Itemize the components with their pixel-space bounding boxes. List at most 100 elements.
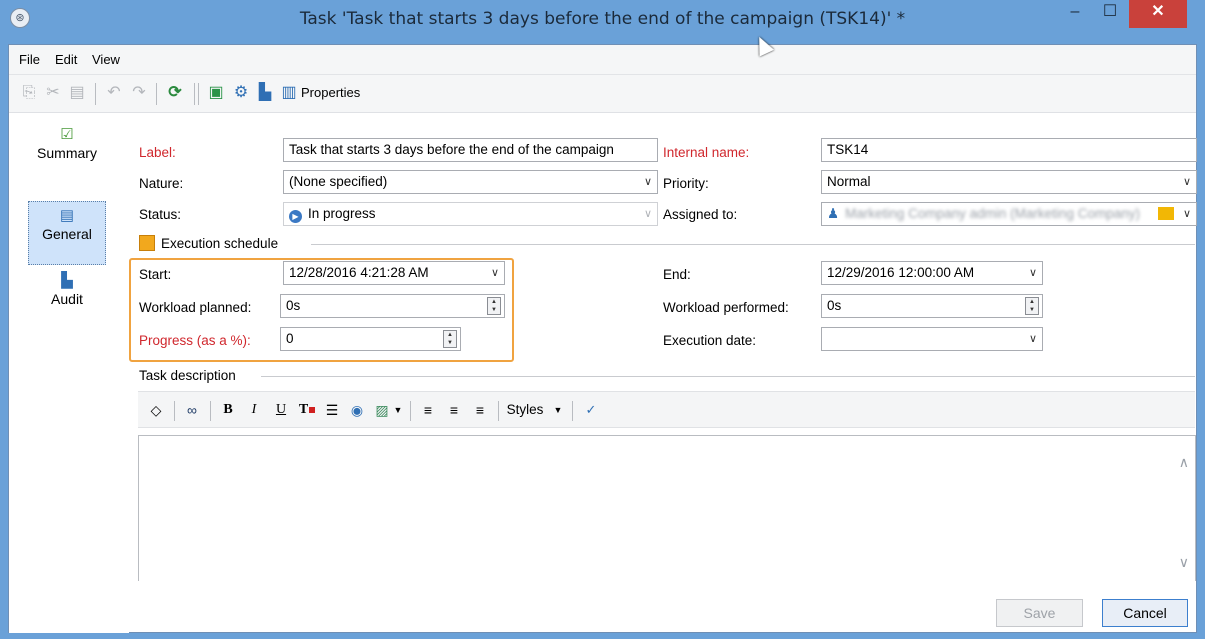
- status-value: In progress: [308, 206, 376, 221]
- paste-icon[interactable]: ▤: [67, 83, 87, 103]
- sidebar-item-audit[interactable]: ▙ Audit: [28, 267, 106, 331]
- copy-icon[interactable]: ⎘: [19, 83, 39, 103]
- end-label: End:: [663, 267, 691, 282]
- chevron-down-icon[interactable]: ∨: [1178, 171, 1196, 193]
- in-progress-icon: ▶: [289, 210, 302, 223]
- progress-label: Progress (as a %):: [139, 333, 251, 348]
- editor-toolbar-separator: [174, 401, 175, 421]
- toolbar-separator: [156, 83, 157, 105]
- align-center-icon[interactable]: ≡: [444, 400, 464, 420]
- editor-toolbar-separator: [572, 401, 573, 421]
- chevron-down-icon[interactable]: ▼: [392, 400, 404, 420]
- styles-dropdown[interactable]: Styles: [502, 400, 548, 420]
- cancel-button[interactable]: Cancel: [1102, 599, 1188, 627]
- nature-select[interactable]: (None specified) ∨: [283, 170, 658, 194]
- workload-planned-label: Workload planned:: [139, 300, 252, 315]
- bulleted-list-icon[interactable]: ☰: [322, 400, 342, 420]
- toolbar-separator: [198, 83, 199, 105]
- start-date-input[interactable]: 12/28/2016 4:21:28 AM ∨: [283, 261, 505, 285]
- chevron-down-icon[interactable]: ∨: [1178, 203, 1196, 225]
- minimize-button[interactable]: –: [1060, 0, 1090, 28]
- check-icon: ☑: [60, 126, 74, 143]
- menu-file[interactable]: File: [19, 52, 40, 67]
- editor-toolbar-separator: [210, 401, 211, 421]
- workload-planned-input[interactable]: 0s ▲ ▼: [280, 294, 505, 318]
- align-left-icon[interactable]: ≡: [418, 400, 438, 420]
- folder-icon[interactable]: [1158, 207, 1174, 220]
- priority-label: Priority:: [663, 176, 709, 191]
- menu-edit[interactable]: Edit: [55, 52, 77, 67]
- execution-schedule-heading: Execution schedule: [161, 236, 283, 251]
- editor-toolbar-separator: [498, 401, 499, 421]
- status-label: Status:: [139, 207, 182, 222]
- scroll-up-icon[interactable]: ∧: [1179, 454, 1189, 471]
- label-input[interactable]: Task that starts 3 days before the end o…: [283, 138, 658, 162]
- insert-image-icon[interactable]: ▨: [372, 400, 392, 420]
- workload-performed-label: Workload performed:: [663, 300, 789, 315]
- sidebar-item-general[interactable]: ▤ General: [28, 201, 106, 265]
- menu-view[interactable]: View: [92, 52, 120, 67]
- end-value: 12/29/2016 12:00:00 AM: [827, 265, 975, 280]
- nature-value: (None specified): [289, 174, 388, 189]
- workload-performed-input[interactable]: 0s ▲ ▼: [821, 294, 1043, 318]
- sidebar-item-summary[interactable]: ☑ Summary: [28, 121, 106, 185]
- undo-icon[interactable]: ↶: [104, 83, 124, 103]
- assigned-to-select[interactable]: ♟ Marketing Company admin (Marketing Comp…: [821, 202, 1197, 226]
- refresh-icon[interactable]: ⟳: [165, 83, 185, 103]
- nature-label: Nature:: [139, 176, 184, 191]
- priority-select[interactable]: Normal ∨: [821, 170, 1197, 194]
- window-title: Task 'Task that starts 3 days before the…: [299, 9, 906, 29]
- close-button[interactable]: ✕: [1129, 0, 1187, 28]
- chevron-down-icon: ∨: [639, 203, 657, 225]
- calculator-icon[interactable]: ▣: [206, 83, 226, 103]
- group-divider: [261, 376, 1195, 377]
- spinner-icon[interactable]: ▲ ▼: [443, 330, 457, 348]
- task-description-editor[interactable]: ∧ ∨: [138, 435, 1196, 581]
- maximize-button[interactable]: ☐: [1095, 0, 1125, 28]
- toolbar: ⎘ ✂ ▤ ↶ ↷ ⟳ ▣ ⚙ ▙ ▥ Properties: [9, 75, 1196, 113]
- save-button[interactable]: Save: [996, 599, 1083, 627]
- redo-icon[interactable]: ↷: [129, 83, 149, 103]
- italic-icon[interactable]: I: [244, 400, 264, 420]
- end-date-input[interactable]: 12/29/2016 12:00:00 AM ∨: [821, 261, 1043, 285]
- scroll-down-icon[interactable]: ∨: [1179, 554, 1189, 571]
- calendar-icon: [139, 235, 155, 251]
- underline-icon[interactable]: U: [271, 400, 291, 420]
- chevron-down-icon[interactable]: ∨: [1024, 262, 1042, 284]
- title-bar[interactable]: ⊛ Task 'Task that starts 3 days before t…: [0, 0, 1205, 44]
- find-icon[interactable]: ∞: [181, 400, 203, 420]
- source-code-icon[interactable]: ◇: [146, 400, 166, 420]
- properties-icon[interactable]: ▥: [279, 83, 299, 103]
- spinner-icon[interactable]: ▲ ▼: [487, 297, 501, 315]
- chevron-down-icon[interactable]: ∨: [639, 171, 657, 193]
- spellcheck-icon[interactable]: ✓: [580, 400, 602, 420]
- text-color-swatch: [309, 407, 316, 413]
- settings-icon[interactable]: ⚙: [231, 83, 251, 103]
- workload-planned-value: 0s: [286, 298, 301, 313]
- task-window: ⊛ Task 'Task that starts 3 days before t…: [0, 0, 1205, 639]
- audit-icon: ▙: [61, 272, 73, 289]
- text-color-icon[interactable]: T: [297, 400, 317, 420]
- label-field-label: Label:: [139, 145, 176, 160]
- start-value: 12/28/2016 4:21:28 AM: [289, 265, 429, 280]
- sidebar-item-label: Summary: [37, 145, 97, 161]
- toolbar-separator: [194, 83, 195, 105]
- bold-icon[interactable]: B: [218, 400, 238, 420]
- chevron-down-icon[interactable]: ▼: [552, 400, 564, 420]
- chevron-down-icon[interactable]: ∨: [1024, 328, 1042, 350]
- chevron-down-icon[interactable]: ∨: [486, 262, 504, 284]
- cut-icon[interactable]: ✂: [43, 83, 63, 103]
- execution-date-input[interactable]: ∨: [821, 327, 1043, 351]
- assigned-to-label: Assigned to:: [663, 207, 738, 222]
- task-icon[interactable]: ▙: [255, 83, 275, 103]
- status-select[interactable]: ▶ In progress ∨: [283, 202, 658, 226]
- properties-button[interactable]: Properties: [301, 85, 360, 100]
- editor-toolbar-separator: [410, 401, 411, 421]
- insert-link-icon[interactable]: ◉: [347, 400, 367, 420]
- align-right-icon[interactable]: ≡: [470, 400, 490, 420]
- internal-name-input[interactable]: TSK14: [821, 138, 1197, 162]
- execution-date-label: Execution date:: [663, 333, 757, 348]
- spinner-icon[interactable]: ▲ ▼: [1025, 297, 1039, 315]
- progress-input[interactable]: 0 ▲ ▼: [280, 327, 461, 351]
- user-icon: ♟: [827, 206, 840, 221]
